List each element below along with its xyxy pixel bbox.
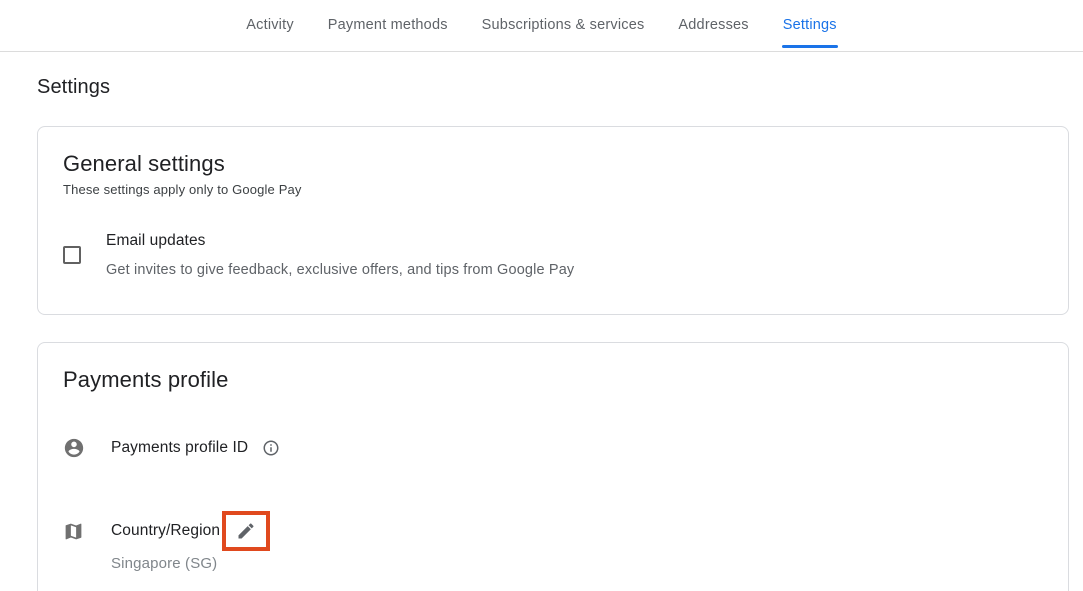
country-region-content: Country/Region Singapore (SG) <box>111 511 270 572</box>
tab-payment-methods-label: Payment methods <box>328 17 448 33</box>
general-settings-subtitle: These settings apply only to Google Pay <box>63 182 1044 197</box>
payments-profile-id-content: Payments profile ID <box>111 437 280 459</box>
account-circle-icon <box>63 437 111 459</box>
top-nav: Activity Payment methods Subscriptions &… <box>0 0 1083 52</box>
payments-profile-id-label: Payments profile ID <box>111 438 248 458</box>
tab-settings-label: Settings <box>783 17 837 33</box>
tab-activity-label: Activity <box>246 17 294 33</box>
page-title: Settings <box>37 76 1046 99</box>
country-region-value: Singapore (SG) <box>111 555 270 572</box>
payments-profile-card: Payments profile Payments profile ID <box>37 342 1069 591</box>
tab-settings[interactable]: Settings <box>782 0 838 51</box>
edit-country-button[interactable] <box>222 511 270 551</box>
tab-addresses-label: Addresses <box>678 17 748 33</box>
active-tab-underline <box>782 45 838 48</box>
settings-page: Settings General settings These settings… <box>0 76 1083 591</box>
tab-subscriptions-services[interactable]: Subscriptions & services <box>481 0 646 51</box>
email-updates-description: Get invites to give feedback, exclusive … <box>106 262 574 278</box>
tab-subscriptions-services-label: Subscriptions & services <box>482 17 645 33</box>
email-updates-text: Email updates Get invites to give feedba… <box>106 231 574 278</box>
country-region-label: Country/Region <box>111 521 220 541</box>
email-updates-checkbox[interactable] <box>63 246 81 264</box>
map-icon <box>63 511 111 551</box>
payments-profile-id-row: Payments profile ID <box>63 437 1044 459</box>
general-settings-title: General settings <box>63 151 1044 177</box>
edit-pencil-icon <box>236 521 256 541</box>
tab-payment-methods[interactable]: Payment methods <box>327 0 449 51</box>
tab-activity[interactable]: Activity <box>245 0 295 51</box>
general-settings-card: General settings These settings apply on… <box>37 126 1069 315</box>
info-icon[interactable] <box>262 439 280 457</box>
payments-profile-title: Payments profile <box>63 367 1044 393</box>
email-updates-label: Email updates <box>106 231 574 251</box>
email-updates-row: Email updates Get invites to give feedba… <box>63 231 1044 278</box>
country-region-row: Country/Region Singapore (SG) <box>63 511 1044 572</box>
tab-addresses[interactable]: Addresses <box>677 0 749 51</box>
